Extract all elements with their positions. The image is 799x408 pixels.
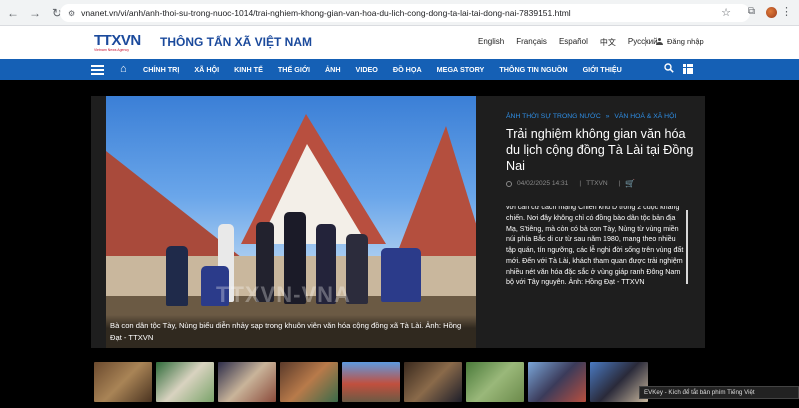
- url-text: vnanet.vn/vi/anh/anh-thoi-su-trong-nuoc-…: [81, 8, 571, 18]
- thumbnail-4[interactable]: [280, 362, 338, 402]
- extensions-icon[interactable]: ⧉: [748, 6, 755, 17]
- breadcrumb-separator: »: [605, 113, 610, 120]
- profile-avatar[interactable]: [766, 7, 777, 18]
- nav-item-kinh-te[interactable]: KINH TẾ: [234, 65, 263, 74]
- nav-item-anh[interactable]: ẢNH: [325, 65, 341, 74]
- breadcrumb-item-2[interactable]: VĂN HOÁ & XÃ HỘI: [614, 113, 676, 120]
- browser-toolbar: ← → ↻ ⚙ vnanet.vn/vi/anh/anh-thoi-su-tro…: [0, 0, 799, 26]
- article-title: Trải nghiệm không gian văn hóa du lịch c…: [506, 127, 694, 173]
- thumbnail-8[interactable]: [528, 362, 586, 402]
- lang-chinese[interactable]: 中文: [600, 37, 616, 48]
- cart-icon[interactable]: 🛒: [625, 179, 635, 188]
- site-name[interactable]: THÔNG TẤN XÃ VIỆT NAM: [160, 35, 312, 49]
- meta-separator: |: [579, 180, 582, 187]
- header-divider: [645, 37, 646, 46]
- article-meta: 04/02/2025 14:31 | TTXVN | 🛒: [506, 179, 635, 188]
- apps-grid-icon[interactable]: [683, 64, 693, 74]
- photo-watermark: TTXVN-VNA: [216, 282, 351, 307]
- article-source: TTXVN: [586, 180, 608, 187]
- thumbnail-7[interactable]: [466, 362, 524, 402]
- meta-separator-2: |: [618, 180, 621, 187]
- article-description: với căn cứ cách mạng Chiến khu D trong 2…: [506, 206, 684, 287]
- login-label: Đăng nhập: [667, 37, 704, 46]
- thumbnail-strip: [94, 362, 648, 402]
- clock-icon: [506, 180, 512, 187]
- nav-item-chinh-tri[interactable]: CHÍNH TRỊ: [143, 65, 179, 74]
- nav-item-thong-tin-nguon[interactable]: THÔNG TIN NGUỒN: [499, 65, 567, 74]
- ttxvn-logo[interactable]: TTXVN Vietnam News Agency: [94, 32, 152, 52]
- nav-item-xa-hoi[interactable]: XÃ HỘI: [194, 65, 219, 74]
- search-icon[interactable]: [664, 63, 674, 73]
- nav-item-gioi-thieu[interactable]: GIỚI THIỆU: [583, 65, 622, 74]
- lang-french[interactable]: Français: [516, 37, 547, 48]
- article-info-panel: ẢNH THỜI SỰ TRONG NƯỚC » VĂN HOÁ & XÃ HỘ…: [489, 96, 705, 348]
- login-link[interactable]: Đăng nhập: [656, 37, 704, 46]
- thumbnail-1[interactable]: [94, 362, 152, 402]
- logo-subtext: Vietnam News Agency: [94, 48, 129, 52]
- language-switcher: English Français Español 中文 Русский: [478, 37, 658, 48]
- description-scroll[interactable]: với căn cứ cách mạng Chiến khu D trong 2…: [489, 206, 705, 348]
- thumbnail-3[interactable]: [218, 362, 276, 402]
- lang-spanish[interactable]: Español: [559, 37, 588, 48]
- back-icon[interactable]: ←: [4, 4, 22, 22]
- description-scrollbar[interactable]: [686, 210, 688, 284]
- bookmark-star-icon[interactable]: ☆: [721, 6, 731, 19]
- nav-item-video[interactable]: VIDEO: [356, 65, 378, 74]
- breadcrumb-item-1[interactable]: ẢNH THỜI SỰ TRONG NƯỚC: [506, 113, 601, 120]
- address-bar[interactable]: ⚙ vnanet.vn/vi/anh/anh-thoi-su-trong-nuo…: [60, 4, 750, 22]
- nav-item-the-gioi[interactable]: THẾ GIỚI: [278, 65, 310, 74]
- main-nav: ⌂ CHÍNH TRỊ XÃ HỘI KINH TẾ THẾ GIỚI ẢNH …: [0, 59, 799, 80]
- hamburger-menu-icon[interactable]: [91, 65, 104, 75]
- site-header: TTXVN Vietnam News Agency THÔNG TẤN XÃ V…: [0, 26, 799, 59]
- thumbnail-6[interactable]: [404, 362, 462, 402]
- logo-text: TTXVN: [94, 32, 141, 49]
- thumbnail-5[interactable]: [342, 362, 400, 402]
- browser-menu-icon[interactable]: ⋮: [781, 5, 792, 18]
- lang-russian[interactable]: Русский: [628, 37, 658, 48]
- site-info-icon[interactable]: ⚙: [68, 9, 75, 18]
- evkey-tooltip: EVKey - Kích để tắt bản phím Tiếng Việt: [639, 386, 799, 399]
- lang-english[interactable]: English: [478, 37, 504, 48]
- nav-left-band: [0, 59, 82, 80]
- nav-item-do-hoa[interactable]: ĐỒ HỌA: [393, 65, 422, 74]
- nav-item-mega-story[interactable]: MEGA STORY: [437, 65, 485, 74]
- forward-icon[interactable]: →: [26, 4, 44, 22]
- user-icon: [656, 38, 663, 45]
- thumbnail-2[interactable]: [156, 362, 214, 402]
- article-date: 04/02/2025 14:31: [517, 180, 569, 187]
- article-photo[interactable]: TTXVN-VNA Bà con dân tộc Tày, Nùng biểu …: [106, 96, 476, 348]
- nav-items: CHÍNH TRỊ XÃ HỘI KINH TẾ THẾ GIỚI ẢNH VI…: [143, 65, 637, 74]
- home-icon[interactable]: ⌂: [120, 63, 127, 75]
- photo-caption: Bà con dân tộc Tày, Nùng biểu diễn nhảy …: [106, 315, 476, 348]
- breadcrumb: ẢNH THỜI SỰ TRONG NƯỚC » VĂN HOÁ & XÃ HỘ…: [506, 113, 676, 120]
